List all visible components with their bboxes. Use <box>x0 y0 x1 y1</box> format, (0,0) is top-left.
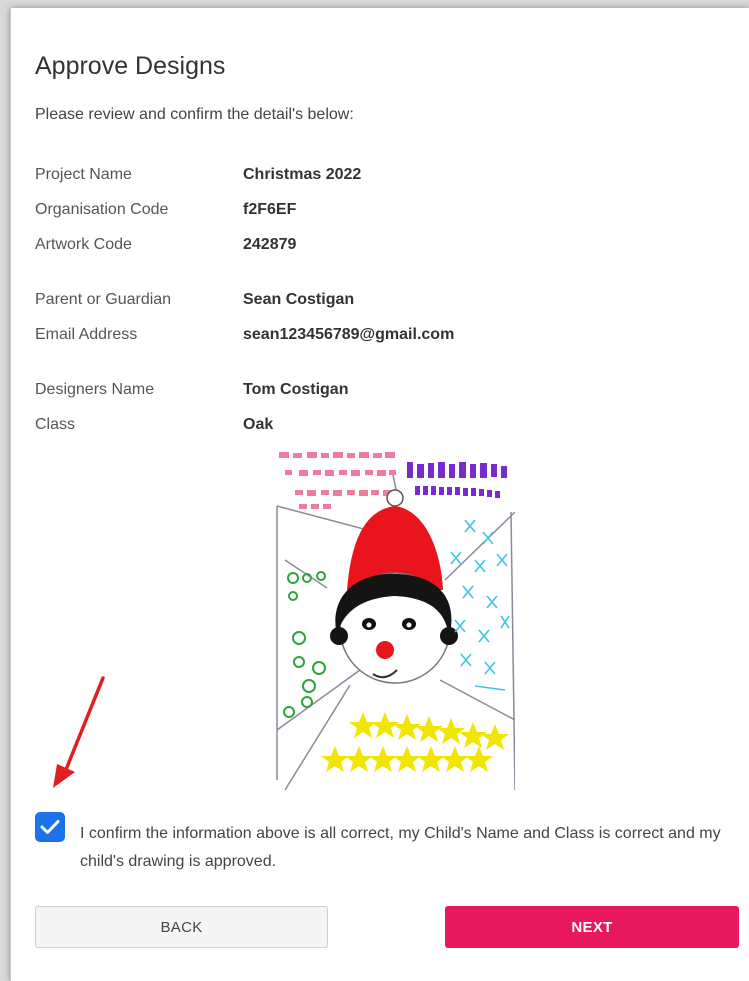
approve-designs-panel: Approve Designs Please review and confir… <box>10 8 749 981</box>
detail-row-organisation-code: Organisation Code f2F6EF <box>35 201 735 225</box>
page-title: Approve Designs <box>35 52 226 80</box>
confirm-label: I confirm the information above is all c… <box>80 825 721 870</box>
detail-value: Sean Costigan <box>243 291 355 308</box>
detail-row-parent: Parent or Guardian Sean Costigan <box>35 291 735 315</box>
artwork-image <box>265 440 515 792</box>
page-subtitle: Please review and confirm the detail's b… <box>35 106 354 123</box>
red-arrow-icon <box>53 676 105 788</box>
detail-label: Parent or Guardian <box>35 291 172 308</box>
confirm-checkbox[interactable] <box>35 812 65 842</box>
detail-value: f2F6EF <box>243 201 297 218</box>
next-button[interactable]: NEXT <box>445 906 739 948</box>
detail-value: Oak <box>243 416 274 433</box>
detail-label: Project Name <box>35 166 132 183</box>
detail-value: Christmas 2022 <box>243 166 362 183</box>
checkmark-icon <box>40 820 60 834</box>
detail-label: Designers Name <box>35 381 155 398</box>
detail-label: Class <box>35 416 76 433</box>
detail-row-artwork-code: Artwork Code 242879 <box>35 236 735 260</box>
detail-row-designer: Designers Name Tom Costigan <box>35 381 735 405</box>
detail-label: Artwork Code <box>35 236 132 253</box>
detail-value: 242879 <box>243 236 297 253</box>
detail-value: Tom Costigan <box>243 381 349 398</box>
detail-label: Organisation Code <box>35 201 169 218</box>
detail-label: Email Address <box>35 326 138 343</box>
detail-value: sean123456789@gmail.com <box>243 326 455 343</box>
detail-row-project-name: Project Name Christmas 2022 <box>35 166 735 190</box>
detail-row-class: Class Oak <box>35 416 735 440</box>
detail-row-email: Email Address sean123456789@gmail.com <box>35 326 735 350</box>
back-button[interactable]: BACK <box>35 906 328 948</box>
